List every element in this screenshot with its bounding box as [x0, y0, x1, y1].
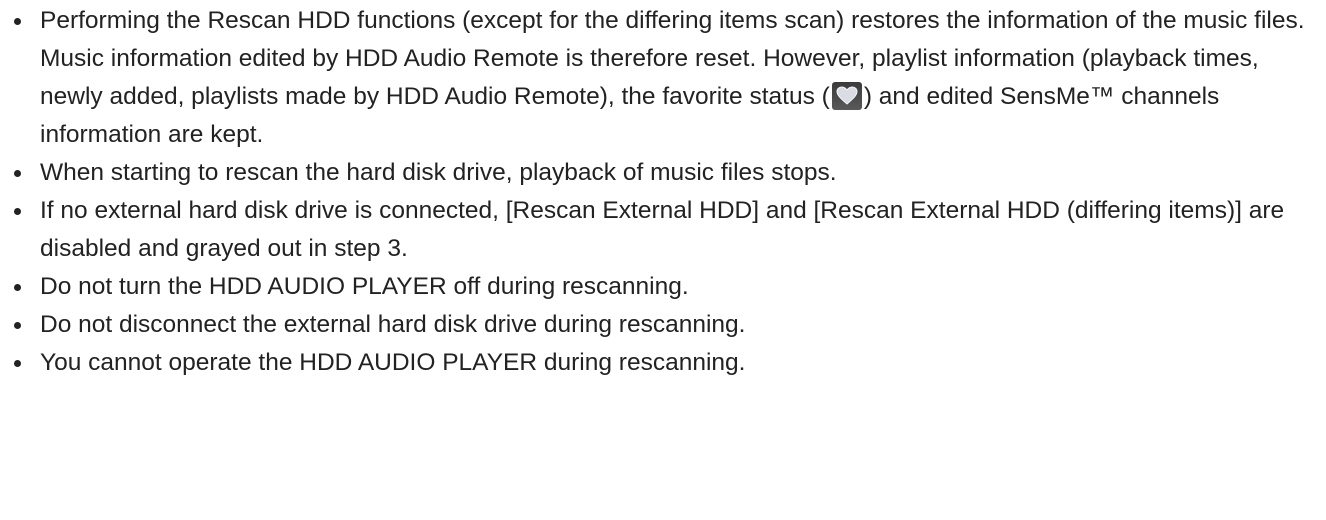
note-item: You cannot operate the HDD AUDIO PLAYER … — [0, 344, 1326, 382]
note-text: Do not disconnect the external hard disk… — [40, 311, 746, 338]
note-item: Performing the Rescan HDD functions (exc… — [0, 2, 1326, 154]
heart-icon — [831, 82, 862, 110]
bullet-icon — [14, 18, 21, 25]
note-text: You cannot operate the HDD AUDIO PLAYER … — [40, 349, 746, 376]
note-text: If no external hard disk drive is connec… — [40, 197, 1285, 262]
note-item: When starting to rescan the hard disk dr… — [0, 154, 1326, 192]
bullet-icon — [14, 322, 21, 329]
note-item: If no external hard disk drive is connec… — [0, 192, 1326, 268]
note-text: When starting to rescan the hard disk dr… — [40, 159, 837, 186]
bullet-icon — [14, 170, 21, 177]
note-text: Do not turn the HDD AUDIO PLAYER off dur… — [40, 273, 689, 300]
bullet-icon — [14, 360, 21, 367]
note-item: Do not disconnect the external hard disk… — [0, 306, 1326, 344]
bullet-icon — [14, 284, 21, 291]
note-item: Do not turn the HDD AUDIO PLAYER off dur… — [0, 268, 1326, 306]
notes-list: Performing the Rescan HDD functions (exc… — [0, 2, 1326, 382]
bullet-icon — [14, 208, 21, 215]
